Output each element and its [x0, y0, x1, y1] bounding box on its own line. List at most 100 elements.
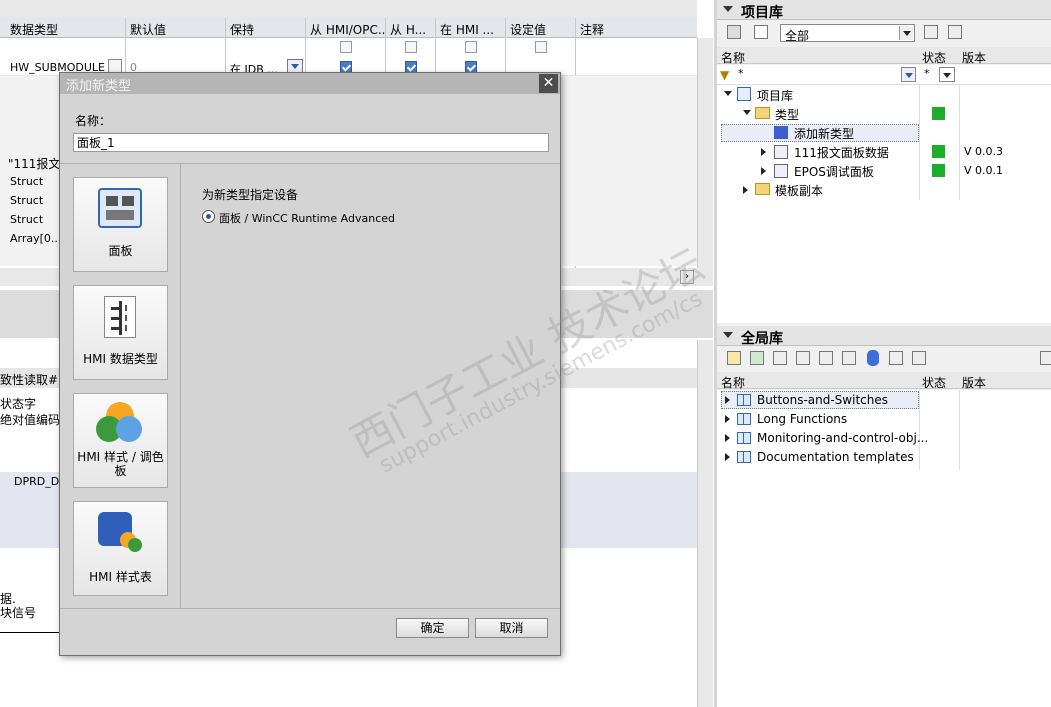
status-ok-icon: [932, 107, 945, 120]
new-library-icon[interactable]: [727, 351, 741, 365]
checkbox[interactable]: [465, 41, 477, 53]
close-library-icon[interactable]: [948, 25, 962, 39]
status-ok-icon: [932, 164, 945, 177]
col-from-h[interactable]: 从 H...: [390, 21, 426, 38]
tile-label: HMI 样式 / 调色板: [77, 450, 164, 478]
checkbox[interactable]: [340, 41, 352, 53]
library-book-icon: [737, 451, 751, 463]
expand-icon[interactable]: [743, 186, 748, 194]
lower-text: 状态字: [0, 397, 37, 411]
vertical-scrollbar[interactable]: [697, 340, 713, 707]
open-library-icon[interactable]: [750, 351, 764, 365]
ok-button[interactable]: 确定: [396, 618, 469, 638]
col-setpoint[interactable]: 设定值: [510, 21, 546, 38]
status-ok-icon: [932, 145, 945, 158]
divider: [60, 163, 560, 164]
tile-label: HMI 样式表: [89, 570, 152, 584]
divider: [180, 164, 181, 608]
undo-icon[interactable]: [796, 351, 810, 365]
col-status[interactable]: 状态: [922, 49, 946, 66]
lower-text: 绝对值编码: [0, 413, 61, 427]
divider: [0, 632, 60, 633]
tree-item-add-new-type[interactable]: 添加新类型: [794, 125, 854, 142]
expand-icon[interactable]: [761, 167, 766, 175]
type-name-input[interactable]: [73, 133, 549, 152]
expand-icon[interactable]: [725, 415, 730, 423]
expand-icon[interactable]: [724, 91, 732, 96]
global-lib-item[interactable]: Documentation templates: [757, 450, 914, 464]
tree-item-111-panel[interactable]: 111报文面板数据: [794, 144, 889, 161]
retain-dropdown-arrow[interactable]: [287, 59, 303, 73]
dialog-titlebar[interactable]: 添加新类型 ✕: [60, 73, 560, 94]
global-library-columns: 名称 状态 版本: [717, 372, 1051, 391]
col-name[interactable]: 名称: [721, 374, 745, 391]
divider: [60, 608, 560, 609]
name-filter-dropdown[interactable]: [901, 67, 916, 82]
row-type: Struct: [10, 194, 44, 207]
project-library-header[interactable]: 项目库: [717, 0, 1051, 21]
col-version[interactable]: 版本: [962, 49, 986, 66]
database-icon[interactable]: [867, 350, 879, 366]
global-library-header[interactable]: 全局库: [717, 326, 1051, 347]
cancel-button[interactable]: 取消: [475, 618, 548, 638]
expand-icon[interactable]: [725, 453, 730, 461]
global-lib-item[interactable]: Monitoring-and-control-obj...: [757, 431, 928, 445]
tile-hmi-style-palette[interactable]: HMI 样式 / 调色板: [73, 393, 168, 488]
tree-item-types[interactable]: 类型: [775, 106, 799, 123]
row-type: Array[0..1: [10, 232, 65, 245]
close-icon[interactable]: ✕: [539, 74, 558, 93]
device-option-label[interactable]: 面板 / WinCC Runtime Advanced: [219, 210, 395, 226]
tile-faceplate[interactable]: 面板: [73, 177, 168, 272]
col-datatype[interactable]: 数据类型: [10, 21, 58, 38]
col-hmi-opc[interactable]: 从 HMI/OPC..: [310, 21, 385, 38]
import-icon[interactable]: [842, 351, 856, 365]
library-book-icon: [737, 432, 751, 444]
global-lib-item[interactable]: Buttons-and-Switches: [757, 393, 888, 407]
collapse-icon[interactable]: [723, 6, 733, 12]
list-view-icon[interactable]: [754, 25, 768, 39]
tile-hmi-style-sheet[interactable]: HMI 样式表: [73, 501, 168, 596]
library-icon: [737, 87, 751, 101]
col-comment[interactable]: 注释: [580, 21, 604, 38]
status-filter-value[interactable]: *: [924, 67, 930, 80]
sort-down-icon[interactable]: [889, 351, 903, 365]
status-filter-dropdown[interactable]: [939, 67, 955, 82]
dialog-title: 添加新类型: [66, 79, 132, 94]
vertical-scrollbar[interactable]: [697, 38, 713, 268]
checkbox[interactable]: [405, 41, 417, 53]
list-icon[interactable]: [108, 59, 122, 73]
folder-icon: [755, 183, 770, 195]
col-retain[interactable]: 保持: [230, 21, 254, 38]
tree-item-master-copies[interactable]: 模板副本: [775, 182, 823, 199]
expand-icon[interactable]: [761, 148, 766, 156]
col-version[interactable]: 版本: [962, 374, 986, 391]
tree-item-project-library[interactable]: 项目库: [757, 87, 793, 104]
name-filter-value[interactable]: *: [738, 67, 744, 80]
global-lib-item[interactable]: Long Functions: [757, 412, 847, 426]
library-view-icon[interactable]: [727, 25, 741, 39]
collapse-icon[interactable]: [723, 332, 733, 338]
expand-icon[interactable]: [725, 434, 730, 442]
project-library-toolbar: 全部: [717, 21, 1051, 46]
library-filter-select[interactable]: 全部: [780, 24, 915, 43]
col-status[interactable]: 状态: [922, 374, 946, 391]
open-library-icon[interactable]: [924, 25, 938, 39]
filter-icon[interactable]: ▼: [720, 68, 734, 82]
library-settings-icon[interactable]: [1040, 351, 1051, 365]
col-in-hmi[interactable]: 在 HMI ...: [440, 21, 494, 38]
device-radio[interactable]: [202, 210, 215, 223]
expand-icon[interactable]: [743, 110, 751, 115]
col-default[interactable]: 默认值: [130, 21, 166, 38]
save-library-icon[interactable]: [773, 351, 787, 365]
col-name[interactable]: 名称: [721, 49, 745, 66]
sort-up-icon[interactable]: [912, 351, 926, 365]
version-value: V 0.0.3: [964, 145, 1004, 158]
tree-item-epos-panel[interactable]: EPOS调试面板: [794, 163, 874, 180]
tile-hmi-datatype[interactable]: HMI 数据类型: [73, 285, 168, 380]
expand-icon[interactable]: [725, 396, 730, 404]
name-label: 名称：: [75, 114, 112, 128]
export-icon[interactable]: [819, 351, 833, 365]
device-heading: 为新类型指定设备: [202, 188, 299, 202]
table-top-strip: [0, 0, 697, 18]
checkbox[interactable]: [535, 41, 547, 53]
